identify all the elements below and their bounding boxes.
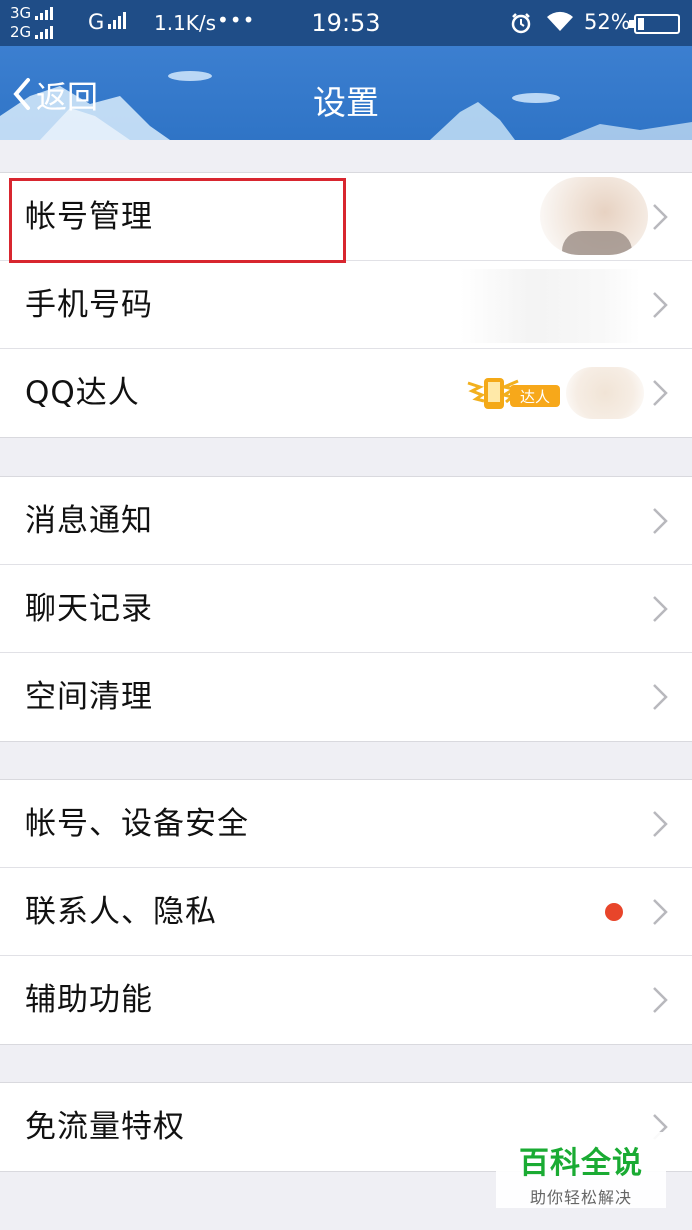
settings-item-label: 帐号管理 <box>25 199 153 235</box>
settings-group-privacy: 帐号、设备安全 联系人、隐私 辅助功能 <box>0 779 692 1045</box>
chevron-right-icon <box>653 292 668 318</box>
settings-item-contacts-privacy[interactable]: 联系人、隐私 <box>0 868 692 956</box>
nav-bar: 返回 设置 <box>0 46 692 140</box>
daren-badge-label: 达人 <box>520 388 550 406</box>
settings-item-label: 免流量特权 <box>25 1109 185 1145</box>
settings-item-accessibility[interactable]: 辅助功能 <box>0 956 692 1044</box>
watermark: 百科全说 助你轻松解决 <box>496 1132 666 1208</box>
chevron-right-icon <box>653 204 668 230</box>
battery-percent: 52% <box>584 10 631 34</box>
status-bar: 3G 2G G 1.1K/s ••• 19:53 52% <box>0 0 692 46</box>
settings-item-label: 帐号、设备安全 <box>25 806 249 842</box>
settings-group-account: 帐号管理 手机号码 QQ达人 达人 <box>0 172 692 438</box>
settings-group-messages: 消息通知 聊天记录 空间清理 <box>0 476 692 742</box>
daren-level-blurred <box>566 367 644 419</box>
chevron-right-icon <box>653 596 668 622</box>
watermark-subtitle: 助你轻松解决 <box>529 1188 632 1207</box>
wifi-icon <box>547 11 573 31</box>
settings-item-label: 联系人、隐私 <box>25 894 217 930</box>
settings-item-storage-cleanup[interactable]: 空间清理 <box>0 653 692 741</box>
page-title: 设置 <box>313 83 379 122</box>
battery-icon <box>629 14 680 34</box>
chevron-right-icon <box>653 380 668 406</box>
chevron-right-icon <box>653 684 668 710</box>
settings-item-chat-history[interactable]: 聊天记录 <box>0 565 692 653</box>
watermark-title: 百科全说 <box>519 1146 643 1181</box>
settings-item-security[interactable]: 帐号、设备安全 <box>0 780 692 868</box>
daren-badge-icon: 达人 <box>467 378 560 409</box>
settings-item-account-management[interactable]: 帐号管理 <box>0 173 692 261</box>
unread-dot <box>605 903 623 921</box>
avatar <box>540 177 648 255</box>
settings-item-label: 空间清理 <box>25 679 153 715</box>
settings-item-label: 聊天记录 <box>25 591 153 627</box>
alarm-icon <box>511 13 531 34</box>
chevron-right-icon <box>653 899 668 925</box>
chevron-right-icon <box>653 987 668 1013</box>
phone-number-value-blurred <box>460 269 640 343</box>
settings-item-label: QQ达人 <box>25 375 140 411</box>
chevron-right-icon <box>653 811 668 837</box>
settings-item-notifications[interactable]: 消息通知 <box>0 477 692 565</box>
settings-item-phone-number[interactable]: 手机号码 <box>0 261 692 349</box>
settings-item-qq-daren[interactable]: QQ达人 达人 <box>0 349 692 437</box>
settings-item-label: 消息通知 <box>25 503 153 539</box>
chevron-right-icon <box>653 508 668 534</box>
settings-item-label: 辅助功能 <box>25 982 153 1018</box>
settings-item-label: 手机号码 <box>25 287 153 323</box>
